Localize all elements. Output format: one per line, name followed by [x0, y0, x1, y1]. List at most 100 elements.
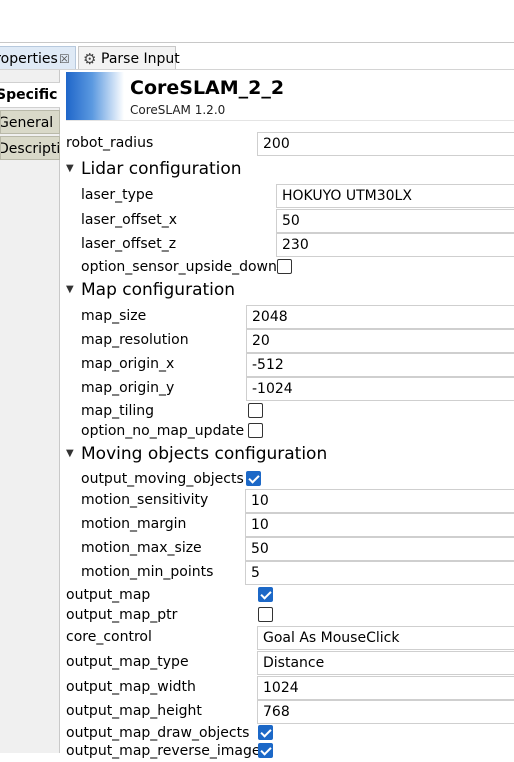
- prop-row-laser-offset-x: laser_offset_x 50: [81, 209, 514, 233]
- prop-row-output-map-width: output_map_width 1024: [66, 676, 514, 700]
- prop-label: output_map_reverse_image: [66, 743, 261, 759]
- tab-bar-top-border: [0, 42, 514, 43]
- laser-offset-x-field[interactable]: 50: [276, 209, 514, 233]
- motion-margin-field[interactable]: 10: [245, 513, 514, 537]
- sidebar-tab-general-label: General: [0, 115, 54, 131]
- output-map-height-field[interactable]: 768: [257, 700, 514, 724]
- component-version: CoreSLAM 1.2.0: [130, 103, 226, 117]
- prop-row-robot-radius: robot_radius 200: [66, 132, 514, 156]
- laser-type-field[interactable]: HOKUYO UTM30LX: [276, 184, 514, 208]
- prop-row-motion-max-size: motion_max_size 50: [81, 537, 514, 561]
- close-icon[interactable]: ☒: [59, 47, 70, 70]
- motion-sensitivity-field[interactable]: 10: [245, 489, 514, 513]
- prop-label: motion_min_points: [81, 564, 214, 580]
- section-title: Moving objects configuration: [81, 444, 328, 464]
- prop-label: map_origin_x: [81, 356, 175, 372]
- component-header: CoreSLAM_2_2 CoreSLAM 1.2.0: [66, 72, 514, 121]
- section-moving-objects-configuration[interactable]: ▼ Moving objects configuration: [66, 443, 514, 465]
- prop-row-map-size: map_size 2048: [81, 305, 514, 329]
- prop-row-motion-margin: motion_margin 10: [81, 513, 514, 537]
- prop-row-output-map-ptr: output_map_ptr: [66, 604, 514, 626]
- output-map-reverse-image-checkbox[interactable]: [258, 743, 273, 758]
- sidebar-tab-general[interactable]: General: [0, 110, 60, 134]
- output-map-draw-objects-checkbox[interactable]: [258, 725, 273, 740]
- prop-label: output_map_width: [66, 679, 196, 695]
- motion-min-points-field[interactable]: 5: [245, 561, 514, 585]
- prop-label: output_map_height: [66, 703, 202, 719]
- map-origin-x-field[interactable]: -512: [246, 353, 514, 377]
- prop-label: laser_offset_x: [81, 212, 178, 228]
- prop-label: output_map_ptr: [66, 607, 178, 623]
- header-gradient-logo: [66, 72, 124, 120]
- prop-row-core-control: core_control Goal As MouseClick: [66, 626, 514, 650]
- prop-label: output_moving_objects: [81, 471, 244, 487]
- component-title: CoreSLAM_2_2: [130, 77, 285, 99]
- tab-properties[interactable]: Properties ☒: [0, 46, 76, 70]
- prop-row-option-sensor-upside-down: option_sensor_upside_down: [81, 256, 514, 278]
- prop-row-map-origin-x: map_origin_x -512: [81, 353, 514, 377]
- prop-row-output-map-type: output_map_type Distance: [66, 651, 514, 675]
- map-resolution-field[interactable]: 20: [246, 329, 514, 353]
- section-title: Lidar configuration: [81, 159, 242, 179]
- output-map-checkbox[interactable]: [258, 587, 273, 602]
- prop-label: motion_sensitivity: [81, 492, 209, 508]
- prop-label: option_no_map_update: [81, 423, 245, 439]
- prop-label: motion_max_size: [81, 540, 202, 556]
- core-control-dropdown[interactable]: Goal As MouseClick: [257, 626, 514, 650]
- option-no-map-update-checkbox[interactable]: [248, 423, 263, 438]
- map-tiling-checkbox[interactable]: [248, 403, 263, 418]
- option-sensor-upside-down-checkbox[interactable]: [277, 259, 292, 274]
- gear-icon: ⚙: [83, 50, 97, 68]
- prop-label: motion_margin: [81, 516, 187, 532]
- prop-label: map_size: [81, 308, 147, 324]
- sidebar-tab-specific-label: Specific: [0, 87, 58, 103]
- section-title: Map configuration: [81, 280, 236, 300]
- prop-label: robot_radius: [66, 135, 154, 151]
- prop-label: map_resolution: [81, 332, 189, 348]
- properties-sidebar: Specific General Description: [0, 70, 60, 753]
- prop-row-laser-type: laser_type HOKUYO UTM30LX: [81, 184, 514, 208]
- prop-row-output-map-reverse-image: output_map_reverse_image: [66, 740, 514, 762]
- prop-row-laser-offset-z: laser_offset_z 230: [81, 233, 514, 257]
- prop-row-output-map: output_map: [66, 584, 514, 606]
- sidebar-tab-description[interactable]: Description: [0, 136, 60, 160]
- prop-row-output-map-height: output_map_height 768: [66, 700, 514, 724]
- prop-row-map-origin-y: map_origin_y -1024: [81, 377, 514, 401]
- sidebar-tab-description-label: Description: [0, 141, 60, 157]
- prop-label: map_tiling: [81, 403, 155, 419]
- prop-label: laser_type: [81, 187, 154, 203]
- collapse-triangle-icon[interactable]: ▼: [66, 443, 74, 465]
- map-size-field[interactable]: 2048: [246, 305, 514, 329]
- section-map-configuration[interactable]: ▼ Map configuration: [66, 279, 514, 301]
- tab-bar-bottom-border: [0, 69, 514, 70]
- prop-label: option_sensor_upside_down: [81, 259, 277, 275]
- prop-label: output_map_type: [66, 654, 189, 670]
- prop-row-motion-sensitivity: motion_sensitivity 10: [81, 489, 514, 513]
- collapse-triangle-icon[interactable]: ▼: [66, 158, 74, 180]
- prop-row-option-no-map-update: option_no_map_update: [81, 420, 514, 442]
- output-map-ptr-checkbox[interactable]: [258, 607, 273, 622]
- laser-offset-z-field[interactable]: 230: [276, 233, 514, 257]
- output-map-type-dropdown[interactable]: Distance: [257, 651, 514, 675]
- prop-label: core_control: [66, 629, 152, 645]
- sidebar-tab-specific[interactable]: Specific: [0, 82, 60, 108]
- collapse-triangle-icon[interactable]: ▼: [66, 279, 74, 301]
- prop-label: map_origin_y: [81, 380, 175, 396]
- output-moving-objects-checkbox[interactable]: [246, 471, 261, 486]
- motion-max-size-field[interactable]: 50: [245, 537, 514, 561]
- view-tab-bar: Properties ☒ ⚙ Parse Input: [0, 42, 514, 70]
- prop-label: output_map: [66, 587, 151, 603]
- top-blank-area: [0, 0, 514, 42]
- tab-parse-input-label: Parse Input: [101, 51, 180, 67]
- tab-properties-label: Properties: [0, 51, 58, 67]
- output-map-width-field[interactable]: 1024: [257, 676, 514, 700]
- robot-radius-field[interactable]: 200: [257, 132, 514, 156]
- prop-label: laser_offset_z: [81, 236, 177, 252]
- prop-row-map-resolution: map_resolution 20: [81, 329, 514, 353]
- map-origin-y-field[interactable]: -1024: [246, 377, 514, 401]
- prop-row-motion-min-points: motion_min_points 5: [81, 561, 514, 585]
- tab-parse-input[interactable]: ⚙ Parse Input: [78, 46, 180, 70]
- section-lidar-configuration[interactable]: ▼ Lidar configuration: [66, 158, 514, 180]
- prop-row-output-moving-objects: output_moving_objects: [81, 468, 514, 490]
- prop-row-map-tiling: map_tiling: [81, 400, 514, 422]
